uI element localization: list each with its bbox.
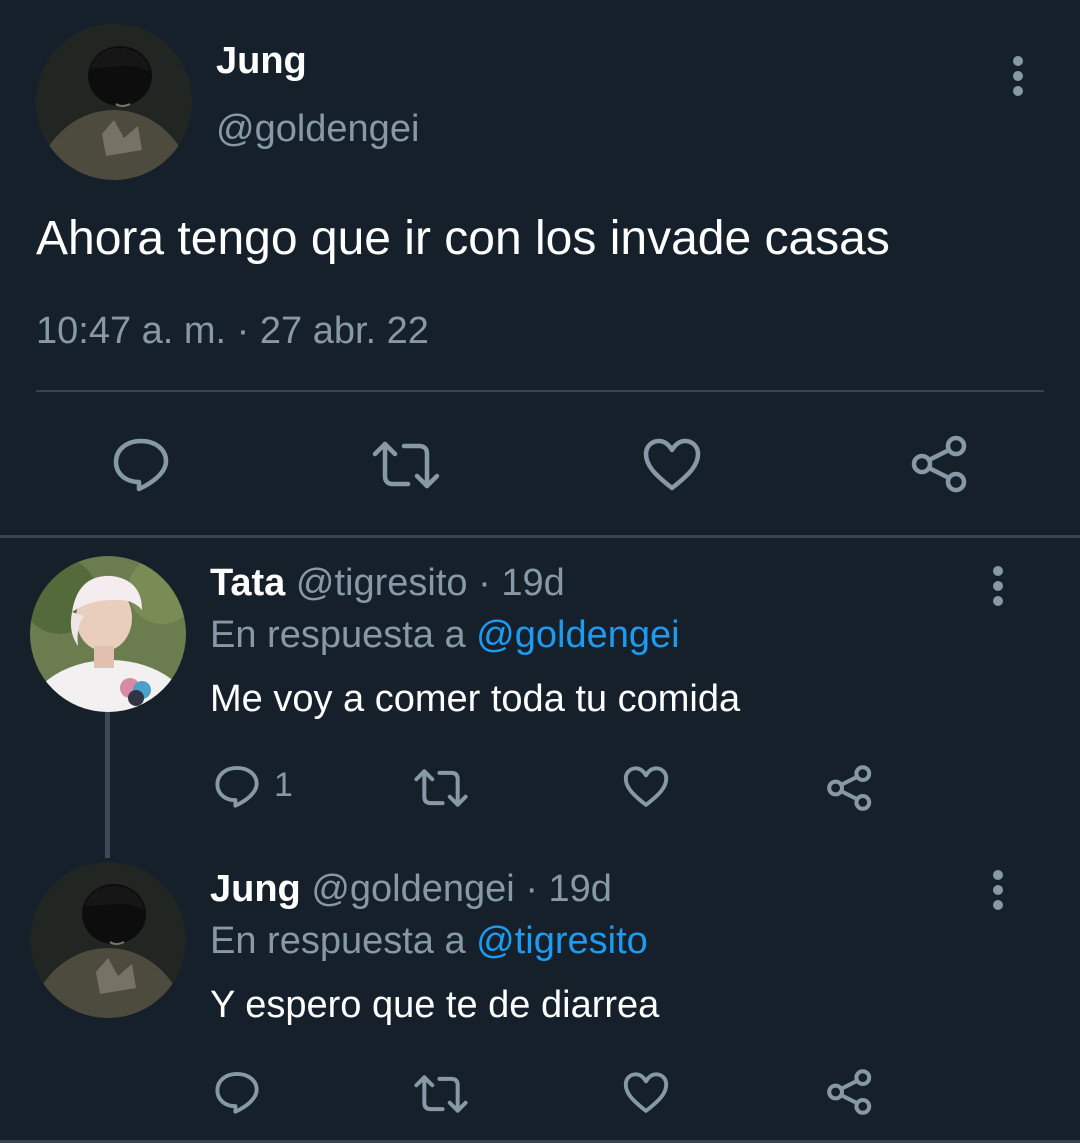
mention-link[interactable]: @goldengei [476, 614, 679, 656]
reply-header: Jung @goldengei · 19d [210, 868, 612, 911]
reply-timestamp[interactable]: 19d [501, 562, 564, 604]
section-divider [0, 535, 1080, 538]
avatar[interactable] [30, 556, 186, 712]
reply-header: Tata @tigresito · 19d [210, 562, 565, 605]
comment-bubble-icon[interactable] [214, 764, 260, 808]
tweet-text: Ahora tengo que ir con los invade casas [36, 212, 890, 265]
header-separator: · [478, 562, 491, 604]
avatar-image [30, 862, 186, 1018]
avatar[interactable] [30, 862, 186, 1018]
more-vertical-icon[interactable] [980, 562, 1020, 610]
divider [36, 390, 1044, 392]
share-icon[interactable] [826, 764, 874, 812]
thread-connector-line [105, 712, 110, 858]
author-name[interactable]: Tata [210, 562, 285, 604]
author-handle[interactable]: @goldengei [311, 868, 514, 910]
author-name[interactable]: Jung [216, 40, 307, 83]
reply-timestamp[interactable]: 19d [549, 868, 612, 910]
author-handle[interactable]: @goldengei [216, 108, 419, 151]
reply-count: 1 [274, 766, 293, 804]
main-tweet: Jung @goldengei Ahora tengo que ir con l… [0, 0, 1080, 535]
replying-to-line: En respuesta a @tigresito [210, 920, 648, 963]
avatar[interactable] [36, 24, 192, 180]
avatar-image [30, 556, 186, 712]
retweet-icon[interactable] [414, 1074, 468, 1114]
retweet-icon[interactable] [414, 768, 468, 808]
tweet-detail-page: Jung @goldengei Ahora tengo que ir con l… [0, 0, 1080, 1143]
share-icon[interactable] [826, 1068, 874, 1116]
heart-icon[interactable] [622, 1072, 670, 1114]
replying-to-label: En respuesta a [210, 614, 466, 656]
author-name[interactable]: Jung [210, 868, 301, 910]
heart-icon[interactable] [642, 438, 702, 492]
heart-icon[interactable] [622, 766, 670, 808]
avatar-image [36, 24, 192, 180]
more-vertical-icon[interactable] [998, 52, 1038, 100]
share-icon[interactable] [910, 434, 970, 494]
more-vertical-icon[interactable] [980, 866, 1020, 914]
header-separator: · [525, 868, 538, 910]
retweet-icon[interactable] [372, 440, 440, 490]
comment-bubble-icon[interactable] [214, 1070, 260, 1114]
comment-bubble-icon[interactable] [112, 436, 170, 492]
reply-text: Y espero que te de diarrea [210, 984, 660, 1026]
mention-link[interactable]: @tigresito [476, 920, 648, 962]
author-handle[interactable]: @tigresito [296, 562, 468, 604]
reply-text: Me voy a comer toda tu comida [210, 678, 741, 720]
replying-to-line: En respuesta a @goldengei [210, 614, 680, 657]
tweet-timestamp[interactable]: 10:47 a. m. · 27 abr. 22 [36, 310, 429, 353]
replying-to-label: En respuesta a [210, 920, 466, 962]
